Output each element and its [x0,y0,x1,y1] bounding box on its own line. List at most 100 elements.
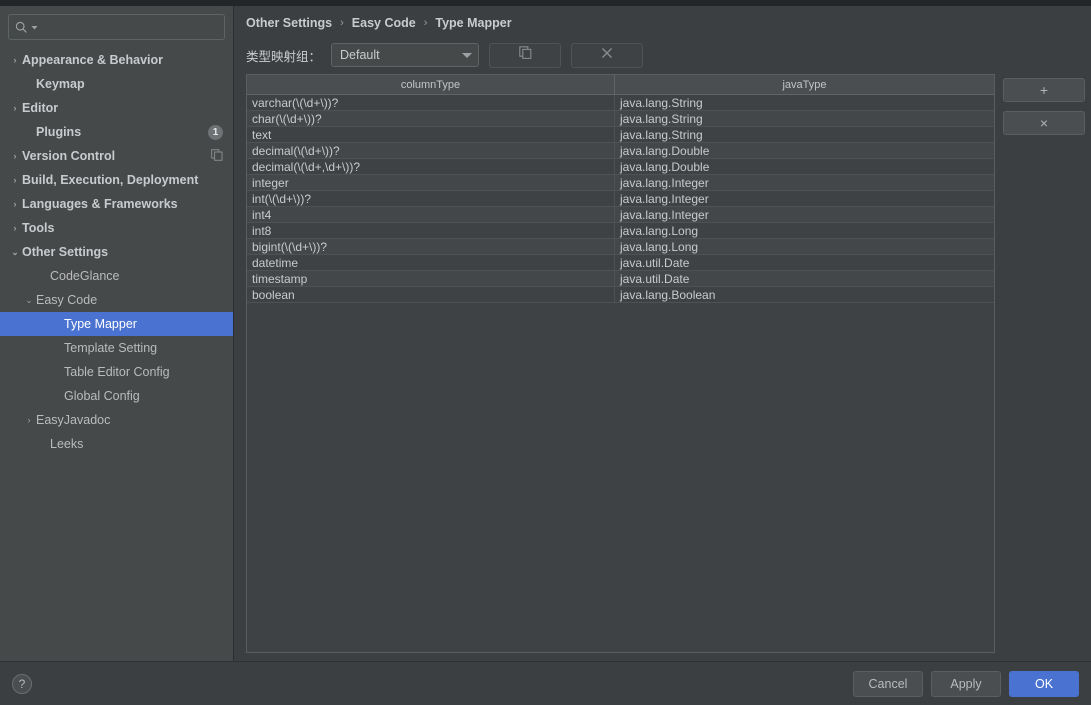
sidebar-item-type-mapper[interactable]: Type Mapper [0,312,233,336]
sidebar-item-label: Version Control [22,149,116,163]
table-row[interactable]: bigint(\(\d+\))? java.lang.Long [247,239,994,255]
cell-java-type[interactable]: java.lang.Long [615,223,994,238]
cell-java-type[interactable]: java.lang.Integer [615,175,994,190]
table-row[interactable]: text java.lang.String [247,127,994,143]
sidebar-item-label: Easy Code [36,293,98,307]
chevron-right-icon[interactable]: › [8,199,22,209]
sidebar-item-easyjavadoc[interactable]: › EasyJavadoc [0,408,233,432]
chevron-right-icon[interactable]: › [8,103,22,113]
sidebar-item-languages-frameworks[interactable]: › Languages & Frameworks [0,192,233,216]
chevron-right-icon[interactable]: › [8,55,22,65]
chevron-down-icon[interactable]: ⌄ [8,247,22,257]
search-dropdown-arrow-icon[interactable] [31,24,38,31]
sidebar-item-leeks[interactable]: Leeks [0,432,233,456]
table-row[interactable]: int(\(\d+\))? java.lang.Integer [247,191,994,207]
copy-group-button[interactable] [489,42,562,68]
cell-column-type[interactable]: text [247,127,615,142]
type-mapping-group-label: 类型映射组： [246,49,322,64]
sidebar-item-appearance-behavior[interactable]: › Appearance & Behavior [0,48,233,72]
sidebar-item-tools[interactable]: › Tools [0,216,233,240]
table-row[interactable]: varchar(\(\d+\))? java.lang.String [247,95,994,111]
sidebar-item-label: Other Settings [22,245,109,259]
sidebar-item-other-settings[interactable]: ⌄ Other Settings [0,240,233,264]
type-mapping-group-value: Default [340,48,380,62]
table-row[interactable]: decimal(\(\d+,\d+\))? java.lang.Double [247,159,994,175]
table-row[interactable]: boolean java.lang.Boolean [247,287,994,303]
cell-column-type[interactable]: datetime [247,255,615,270]
cell-java-type[interactable]: java.util.Date [615,271,994,286]
sidebar-item-label: Type Mapper [64,317,137,331]
cell-java-type[interactable]: java.lang.String [615,95,994,110]
type-mapping-group-select[interactable]: Default [331,43,480,67]
settings-sidebar: › Appearance & Behavior Keymap › Editor Plugi… [0,6,234,661]
delete-group-button[interactable] [571,42,644,68]
cell-column-type[interactable]: int(\(\d+\))? [247,191,615,206]
cell-java-type[interactable]: java.util.Date [615,255,994,270]
cell-column-type[interactable]: boolean [247,287,615,302]
settings-main-panel: Other Settings › Easy Code › Type Mapper… [234,6,1091,661]
chevron-right-icon[interactable]: › [8,151,22,161]
sidebar-item-label: Global Config [64,389,140,403]
breadcrumb-item-type-mapper: Type Mapper [435,16,512,30]
chevron-right-icon[interactable]: › [8,175,22,185]
help-button[interactable]: ? [12,673,32,694]
cancel-button[interactable]: Cancel [853,670,923,697]
breadcrumb-item-other-settings[interactable]: Other Settings [246,16,332,30]
cell-java-type[interactable]: java.lang.Integer [615,191,994,206]
sidebar-item-label: Leeks [50,437,84,451]
search-input[interactable] [41,16,218,38]
sidebar-item-codeglance[interactable]: CodeGlance [0,264,233,288]
apply-button[interactable]: Apply [931,670,1001,697]
cell-java-type[interactable]: java.lang.Long [615,239,994,254]
sidebar-item-easy-code[interactable]: ⌄ Easy Code [0,288,233,312]
cell-java-type[interactable]: java.lang.String [615,111,994,126]
table-row[interactable]: int4 java.lang.Integer [247,207,994,223]
chevron-right-icon[interactable]: › [22,415,36,425]
sidebar-item-build-execution-deployment[interactable]: › Build, Execution, Deployment [0,168,233,192]
cell-column-type[interactable]: int4 [247,207,615,222]
cell-java-type[interactable]: java.lang.String [615,127,994,142]
search-container [0,6,233,46]
table-row[interactable]: int8 java.lang.Long [247,223,994,239]
cell-java-type[interactable]: java.lang.Double [615,143,994,158]
table-header-column-type[interactable]: columnType [247,75,615,94]
sidebar-item-global-config[interactable]: Global Config [0,384,233,408]
table-row[interactable]: char(\(\d+\))? java.lang.String [247,111,994,127]
type-mapper-table-area: columnType javaType varchar(\(\d+\))? jav… [234,70,1085,661]
breadcrumb-item-easy-code[interactable]: Easy Code [352,16,416,30]
table-body: varchar(\(\d+\))? java.lang.String char(\(… [247,95,994,652]
cell-column-type[interactable]: bigint(\(\d+\))? [247,239,615,254]
cell-column-type[interactable]: integer [247,175,615,190]
sidebar-item-template-setting[interactable]: Template Setting [0,336,233,360]
sidebar-item-label: Keymap [36,77,85,91]
cell-column-type[interactable]: int8 [247,223,615,238]
cell-column-type[interactable]: timestamp [247,271,615,286]
copy-icon [518,46,532,64]
cell-column-type[interactable]: varchar(\(\d+\))? [247,95,615,110]
table-row[interactable]: decimal(\(\d+\))? java.lang.Double [247,143,994,159]
type-mapper-table: columnType javaType varchar(\(\d+\))? jav… [246,74,995,653]
remove-row-button[interactable]: × [1003,111,1085,135]
cell-column-type[interactable]: decimal(\(\d+\))? [247,143,615,158]
breadcrumb: Other Settings › Easy Code › Type Mapper [234,6,1085,40]
chevron-down-icon[interactable]: ⌄ [22,295,36,305]
sidebar-item-plugins[interactable]: Plugins 1 [0,120,233,144]
cell-column-type[interactable]: decimal(\(\d+,\d+\))? [247,159,615,174]
sidebar-item-editor[interactable]: › Editor [0,96,233,120]
cell-java-type[interactable]: java.lang.Double [615,159,994,174]
sidebar-item-keymap[interactable]: Keymap [0,72,233,96]
table-row[interactable]: integer java.lang.Integer [247,175,994,191]
sidebar-item-table-editor-config[interactable]: Table Editor Config [0,360,233,384]
chevron-right-icon[interactable]: › [8,223,22,233]
table-row[interactable]: datetime java.util.Date [247,255,994,271]
ok-button[interactable]: OK [1009,670,1079,697]
table-header-java-type[interactable]: javaType [615,75,994,94]
cell-column-type[interactable]: char(\(\d+\))? [247,111,615,126]
add-row-button[interactable]: + [1003,78,1085,102]
cell-java-type[interactable]: java.lang.Integer [615,207,994,222]
sidebar-item-version-control[interactable]: › Version Control [0,144,233,168]
cell-java-type[interactable]: java.lang.Boolean [615,287,994,302]
search-box[interactable] [8,14,225,40]
table-row[interactable]: timestamp java.util.Date [247,271,994,287]
breadcrumb-separator-icon: › [423,17,428,29]
